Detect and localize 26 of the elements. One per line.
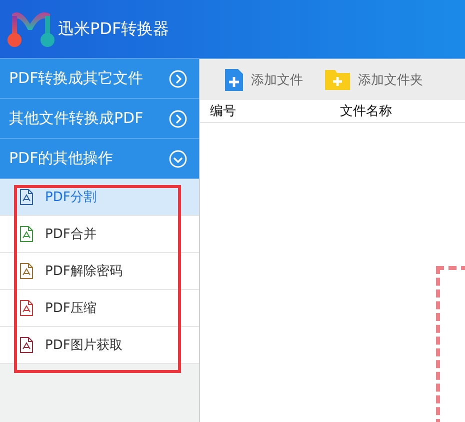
menu-item-label: PDF分割 [45, 189, 96, 206]
column-header: 编号 [209, 103, 237, 120]
menu-item[interactable]: PDF解除密码 [0, 253, 199, 290]
add-folder-button[interactable]: 添加文件夹 [325, 70, 423, 90]
category-label: PDF的其他操作 [9, 149, 114, 168]
category-header[interactable]: PDF的其他操作 [0, 139, 199, 179]
menu-item[interactable]: PDF合并 [0, 216, 199, 253]
expand-icon[interactable] [169, 110, 187, 128]
category-header[interactable]: 其他文件转换成PDF [0, 99, 199, 139]
menu-item[interactable]: PDF分割 [0, 179, 199, 216]
folder-plus-icon [325, 70, 350, 90]
window-title: 迅米PDF转换器 [58, 18, 170, 40]
file-plus-icon [225, 68, 243, 90]
menu-item[interactable]: PDF压缩 [0, 290, 199, 327]
category-label: PDF转换成其它文件 [9, 69, 144, 88]
category-header[interactable]: PDF转换成其它文件 [0, 59, 199, 99]
collapse-icon[interactable] [169, 150, 187, 168]
expand-icon[interactable] [169, 70, 187, 88]
column-header: 文件名称 [340, 103, 392, 120]
category-label: 其他文件转换成PDF [9, 109, 144, 128]
menu-item-label: PDF解除密码 [45, 263, 122, 280]
add-file-button[interactable]: 添加文件 [225, 68, 303, 90]
menu-item-label: PDF图片获取 [45, 337, 122, 354]
menu-item[interactable]: PDF图片获取 [0, 327, 199, 364]
menu-item-label: PDF压缩 [45, 300, 96, 317]
menu-item-label: PDF合并 [45, 226, 96, 243]
